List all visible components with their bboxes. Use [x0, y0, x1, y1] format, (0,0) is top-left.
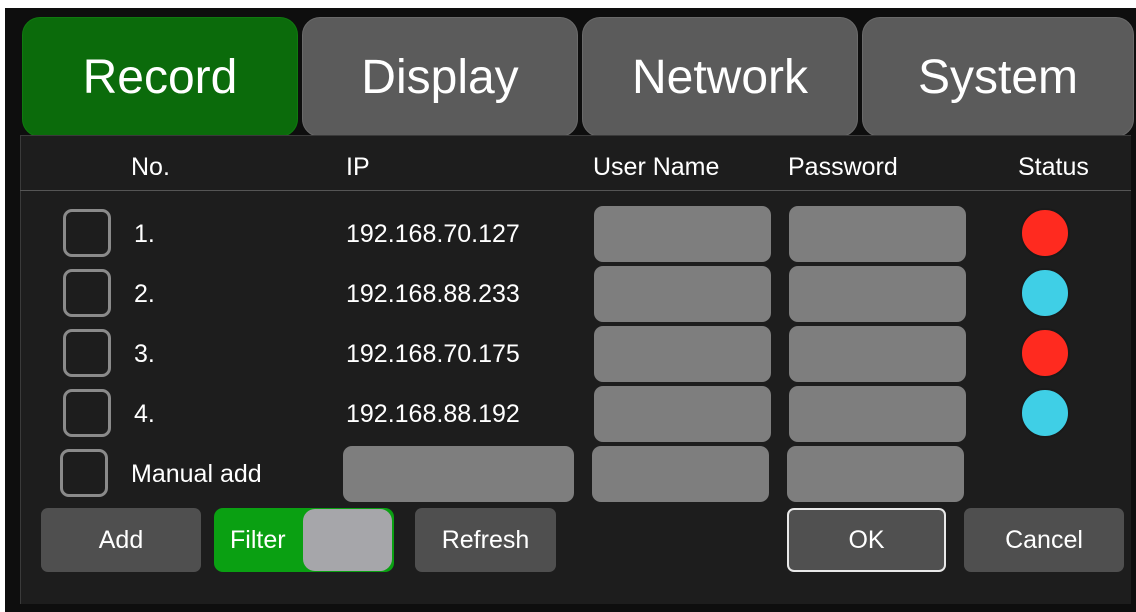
row-4-checkbox[interactable] [63, 389, 111, 437]
header-status: Status [1018, 152, 1089, 181]
row-3-ip: 192.168.70.175 [346, 339, 520, 368]
manual-add-ip-field[interactable] [343, 446, 574, 502]
row-3-checkbox[interactable] [63, 329, 111, 377]
tab-network-label: Network [631, 50, 809, 104]
header-user-name: User Name [593, 152, 720, 181]
header-divider [20, 190, 1131, 191]
row-3-no: 3. [134, 339, 155, 368]
row-2-status-indicator [1020, 268, 1070, 318]
tab-record[interactable]: Record [22, 17, 298, 137]
header-password: Password [788, 152, 898, 181]
tab-network[interactable]: Network [582, 17, 858, 137]
row-3-password-field[interactable] [789, 326, 966, 382]
header-no: No. [131, 152, 170, 181]
header-ip: IP [346, 152, 370, 181]
refresh-button-label: Refresh [441, 525, 530, 554]
add-button-label: Add [98, 525, 144, 554]
row-2-no: 2. [134, 279, 155, 308]
ok-button-label: OK [848, 525, 885, 554]
tab-record-label: Record [82, 50, 238, 104]
manual-add-label: Manual add [131, 459, 262, 488]
row-2-password-field[interactable] [789, 266, 966, 322]
row-1-ip: 192.168.70.127 [346, 219, 520, 248]
row-2-user-name-field[interactable] [594, 266, 771, 322]
filter-toggle[interactable]: Filter [214, 508, 394, 572]
filter-toggle-label: Filter [230, 525, 286, 554]
row-4-user-name-field[interactable] [594, 386, 771, 442]
row-4-no: 4. [134, 399, 155, 428]
manual-add-password-field[interactable] [787, 446, 964, 502]
row-4-password-field[interactable] [789, 386, 966, 442]
row-3-user-name-field[interactable] [594, 326, 771, 382]
tab-system-label: System [917, 50, 1079, 104]
refresh-button[interactable]: Refresh [415, 508, 556, 572]
cancel-button[interactable]: Cancel [964, 508, 1124, 572]
tab-system[interactable]: System [862, 17, 1134, 137]
row-1-no: 1. [134, 219, 155, 248]
add-button[interactable]: Add [41, 508, 201, 572]
row-2-ip: 192.168.88.233 [346, 279, 520, 308]
ok-button[interactable]: OK [787, 508, 946, 572]
manual-add-user-name-field[interactable] [592, 446, 769, 502]
row-2-checkbox[interactable] [63, 269, 111, 317]
row-1-password-field[interactable] [789, 206, 966, 262]
cancel-button-label: Cancel [1005, 525, 1083, 554]
tab-display[interactable]: Display [302, 17, 578, 137]
row-1-status-indicator [1020, 208, 1070, 258]
row-3-status-indicator [1020, 328, 1070, 378]
row-4-status-indicator [1020, 388, 1070, 438]
manual-add-checkbox[interactable] [60, 449, 108, 497]
row-1-checkbox[interactable] [63, 209, 111, 257]
tab-display-label: Display [361, 50, 519, 104]
row-1-user-name-field[interactable] [594, 206, 771, 262]
filter-toggle-knob[interactable] [303, 509, 392, 571]
row-4-ip: 192.168.88.192 [346, 399, 520, 428]
